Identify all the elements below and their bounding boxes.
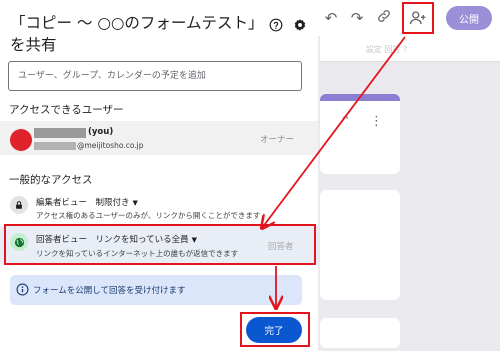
- redo-icon[interactable]: ↷: [347, 8, 367, 28]
- forms-tab-hint: 設定 回答 ？: [366, 45, 412, 54]
- info-icon: [15, 282, 29, 296]
- owner-you-label: (you): [88, 127, 114, 137]
- users-heading: アクセスできるユーザー: [9, 104, 124, 116]
- publish-button[interactable]: 公開: [446, 6, 492, 30]
- redacted-owner-email: [34, 142, 76, 150]
- share-dialog: 「コピー ～ ○○のフォームテスト」を共有 ユーザー、グループ、カレンダーの予定…: [0, 0, 318, 351]
- annotation-box-add-person: [402, 2, 434, 34]
- add-people-input[interactable]: ユーザー、グループ、カレンダーの予定を追加: [8, 61, 302, 91]
- collapse-icon[interactable]: ⌃: [340, 114, 351, 129]
- editor-access-dropdown[interactable]: 編集者ビュー 制限付き ▼: [36, 196, 138, 208]
- help-icon[interactable]: [268, 17, 284, 33]
- annotation-box-done: [240, 312, 310, 347]
- lock-icon: [10, 196, 28, 214]
- gear-icon[interactable]: [292, 17, 308, 33]
- caret-down-icon: ▼: [132, 199, 138, 207]
- form-header-card: [320, 94, 400, 174]
- avatar: [10, 129, 32, 151]
- undo-icon[interactable]: ↶: [321, 8, 341, 28]
- owner-role-label: オーナー: [260, 135, 295, 145]
- editor-access-description: アクセス権のあるユーザーのみが、リンクから開くことができます: [36, 211, 261, 220]
- publish-info-text: フォームを公開して回答を受け付けます: [33, 286, 186, 296]
- dialog-title: 「コピー ～ ○○のフォームテスト」を共有: [10, 14, 256, 54]
- link-icon[interactable]: [374, 8, 394, 28]
- form-question-card-2: [320, 318, 400, 348]
- form-question-card: [320, 190, 400, 300]
- editor-access-label: 編集者ビュー 制限付き: [36, 198, 130, 208]
- general-access-heading: 一般的なアクセス: [9, 174, 93, 186]
- redacted-owner-name: [34, 128, 86, 138]
- owner-email-domain: @meijitosho.co.jp: [77, 141, 144, 150]
- annotation-box-access-row: [4, 224, 316, 265]
- more-vert-icon[interactable]: ⋮: [370, 114, 383, 129]
